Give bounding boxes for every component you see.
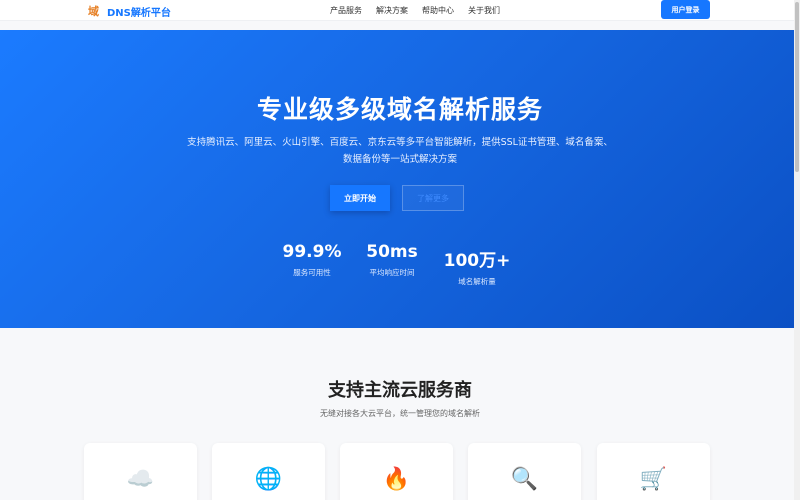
scrollbar-thumb[interactable]: [795, 2, 799, 172]
providers-title: 支持主流云服务商: [328, 380, 472, 401]
learn-more-button[interactable]: 了解更多: [402, 185, 464, 211]
hero-subtitle: 支持腾讯云、阿里云、火山引擎、百度云、京东云等多平台智能解析，提供SSL证书管理…: [0, 134, 800, 168]
hero-title: 专业级多级域名解析服务: [256, 95, 543, 124]
cart-icon: 🛒: [639, 467, 668, 492]
provider-card[interactable]: 🔥: [340, 443, 453, 500]
cloud-icon: ☁️: [126, 467, 155, 492]
logo-text[interactable]: DNS解析平台: [107, 4, 171, 19]
start-now-button[interactable]: 立即开始: [330, 185, 390, 211]
stat-resolution-count: 100万+ 域名解析量: [437, 246, 517, 287]
stat-value: 99.9%: [282, 242, 342, 262]
stat-availability: 99.9% 服务可用性: [272, 242, 352, 278]
nav-item-help[interactable]: 帮助中心: [422, 5, 454, 16]
provider-card[interactable]: ☁️: [84, 443, 197, 500]
stat-label: 服务可用性: [293, 268, 331, 277]
provider-card[interactable]: 🛒: [597, 443, 710, 500]
main-nav: 产品服务 解决方案 帮助中心 关于我们: [330, 5, 500, 16]
magnifier-icon: 🔍: [510, 467, 539, 492]
hero-subtitle-line-2: 数据备份等一站式解决方案: [342, 154, 457, 165]
hero-section: 专业级多级域名解析服务 支持腾讯云、阿里云、火山引擎、百度云、京东云等多平台智能…: [0, 30, 800, 328]
logo-icon: 域: [88, 5, 99, 18]
globe-icon: 🌐: [254, 467, 283, 492]
providers-subtitle: 无缝对接各大云平台，统一管理您的域名解析: [320, 409, 480, 418]
page-scrollbar[interactable]: [794, 0, 800, 500]
fire-icon: 🔥: [382, 467, 411, 492]
stat-label: 域名解析量: [458, 277, 496, 286]
provider-card[interactable]: 🌐: [212, 443, 325, 500]
provider-card[interactable]: 🔍: [468, 443, 581, 500]
login-button[interactable]: 用户登录: [661, 0, 710, 19]
stat-value: 50ms: [366, 242, 418, 262]
stat-response-time: 50ms 平均响应时间: [352, 242, 432, 278]
stat-label: 平均响应时间: [369, 268, 415, 277]
top-header: 域 DNS解析平台 产品服务 解决方案 帮助中心 关于我们 用户登录: [0, 0, 800, 21]
providers-section: 支持主流云服务商 无缝对接各大云平台，统一管理您的域名解析 ☁️ 🌐 🔥 🔍 🛒: [0, 328, 800, 500]
nav-item-solutions[interactable]: 解决方案: [376, 5, 408, 16]
hero-subtitle-line-1: 支持腾讯云、阿里云、火山引擎、百度云、京东云等多平台智能解析，提供SSL证书管理…: [187, 137, 613, 148]
nav-item-about[interactable]: 关于我们: [468, 5, 500, 16]
nav-item-products[interactable]: 产品服务: [330, 5, 362, 16]
stat-value: 100万+: [443, 251, 511, 271]
